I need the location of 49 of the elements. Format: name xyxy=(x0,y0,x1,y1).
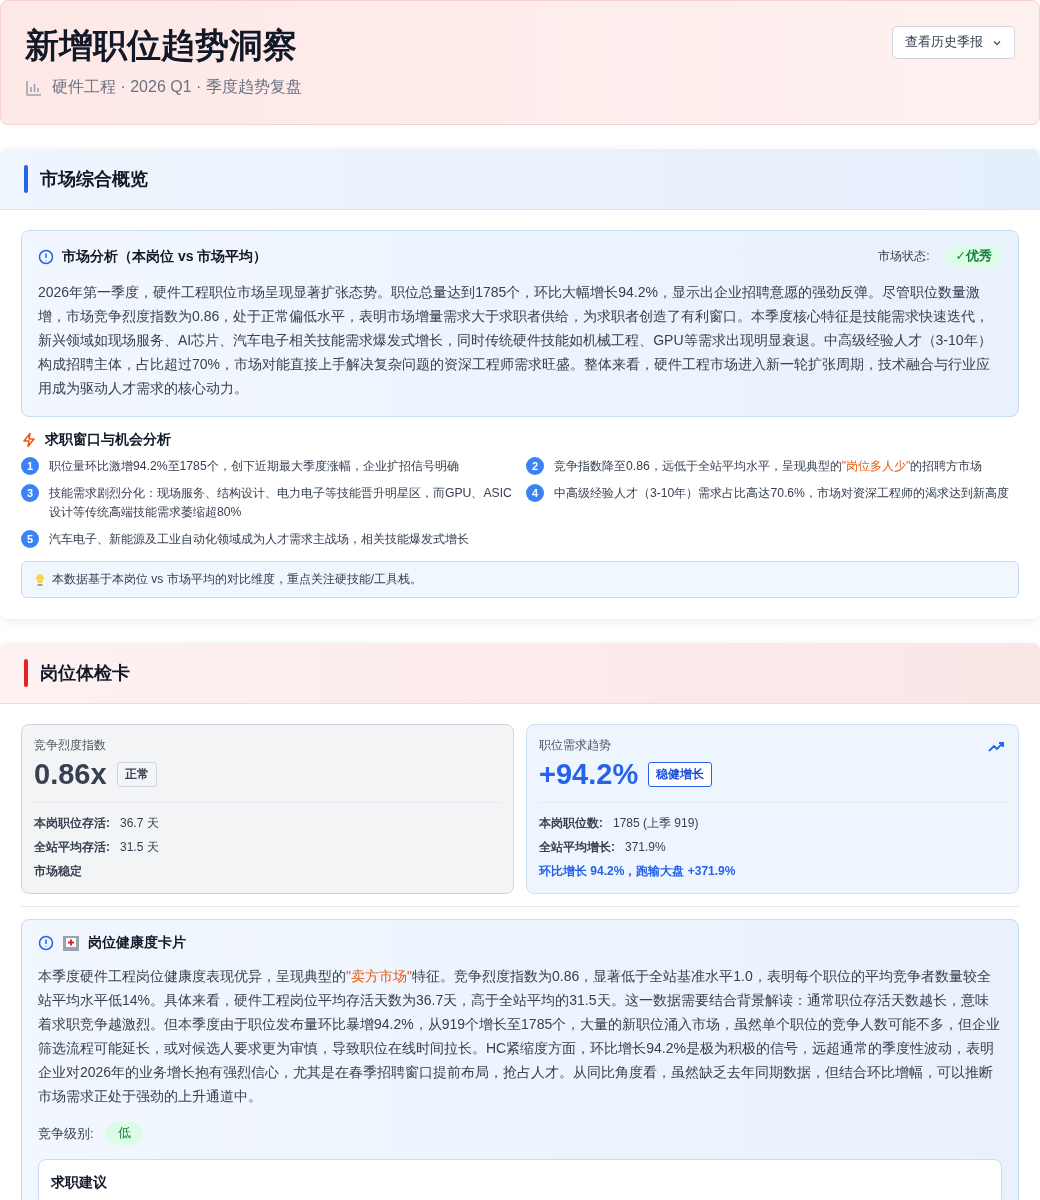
metric-detail: 1785 (上季 919) xyxy=(613,815,699,832)
opportunity-text: 技能需求剧烈分化：现场服务、结构设计、电力电子等技能晋升明星区，而GPU、ASIC设计等传统高端技能需求萎缩超80% xyxy=(49,485,513,521)
metric-detail: 31.5 天 xyxy=(120,839,159,856)
level-label: 竞争级别: xyxy=(38,1124,94,1143)
analysis-text: 2026年第一季度，硬件工程职位市场呈现显著扩张态势。职位总量达到1785个，环比大幅增长94.2%，显示出企业招聘意愿的强劲反弹。尽管职位数量激增，市场竞争烈度指数为0.86，处于正常偏低水平，表明市场增量需求大于求职者供给，为求职者创造了有利窗口。本季度核心特征是技能需求快速迭代，新兴领域如现场服务、AI芯片、汽车电子相关技能需求爆发式增长，同时传统硬件技能如机械工程、GPU等需求出现明显衰退。中高级经验人才（3-10年）构成招聘主体，占比超过70%，市场对能直接上手解决复杂问题的资深工程师需求旺盛。整体来看，硬件工程市场进入新一轮扩张周期，技术融合与行业应用成为驱动人才需求的核心动力。 xyxy=(38,283,993,398)
analysis-title: 市场分析（本岗位 vs 市场平均） xyxy=(62,247,268,266)
opportunity-text: 职位量环比激增94.2%至1785个，创下近期最大季度涨幅，企业扩招信号明确 xyxy=(49,458,459,475)
info-icon xyxy=(38,248,54,265)
opportunity-title: 求职窗口与机会分析 xyxy=(45,431,171,449)
metric-footer: 市场稳定 xyxy=(34,859,501,883)
hospital-icon xyxy=(62,934,80,952)
trend-up-icon xyxy=(988,741,1006,753)
metric-badge: 稳健增长 xyxy=(648,761,713,787)
section-title: 岗位体检卡 xyxy=(40,662,130,685)
metric-key: 全站平均增长: xyxy=(539,835,615,859)
metric-value: +94.2% xyxy=(539,757,639,792)
info-icon xyxy=(38,935,54,951)
metric-badge: 正常 xyxy=(116,761,157,787)
number-badge: 3 xyxy=(21,484,39,502)
metric-label: 职位需求趋势 xyxy=(539,737,611,754)
lightning-icon xyxy=(21,432,37,448)
opportunity-text: 中高级经验人才（3-10年）需求占比高达70.6%，市场对资深工程师的渴求达到新高度 xyxy=(554,485,1009,502)
number-badge: 5 xyxy=(21,530,39,548)
metric-label: 竞争烈度指数 xyxy=(34,737,106,754)
health-title: 岗位健康度卡片 xyxy=(88,934,186,952)
metric-detail: 371.9% xyxy=(625,839,666,856)
history-dropdown[interactable]: 查看历史季报 xyxy=(892,26,1015,59)
metric-detail: 36.7 天 xyxy=(120,815,159,832)
number-badge: 2 xyxy=(526,457,544,475)
level-badge: 低 xyxy=(105,1122,143,1145)
bar-chart-icon xyxy=(25,78,43,97)
metric-key: 本岗职位数: xyxy=(539,811,603,835)
number-badge: 1 xyxy=(21,457,39,475)
metric-key: 全站平均存活: xyxy=(34,835,110,859)
status-badge: ✓优秀 xyxy=(945,245,1002,268)
metric-value: 0.86x xyxy=(34,757,107,792)
section-title: 市场综合概览 xyxy=(40,168,148,191)
metric-footer: 环比增长 94.2%，跑输大盘 +371.9% xyxy=(539,859,1006,883)
opportunity-text: 汽车电子、新能源及工业自动化领域成为人才需求主战场，相关技能爆发式增长 xyxy=(49,531,469,548)
health-text: 本季度硬件工程岗位健康度表现优异，呈现典型的"卖方市场"特征。竞争烈度指数为0.86，显著低于全站基准水平1.0，表明每个职位的平均竞争者数量较全站平均水平低14%。具体来看，硬件工程岗位平均存活天数为36.7天，高于全站平均的31.5天。这一数据需要结合背景解读：通常职位存活天数越长，意味着求职竞争越激烈。但本季度由于职位发布量环比暴增94.2%，从919个增长至1785个，大量的新职位涌入市场，虽然单个职位的竞争人数可能不多，但企业筛选流程可能延长，或对候选人要求更为审慎，导致职位在线时间拉长。HC紧缩度方面，环比增长94.2%是极为积极的信号，远超通常的季度性波动，表明企业对2026年的业务增长抱有强烈信心，尤其是在春季招聘窗口提前布局，抢占人才。从同比角度看，虽然缺乏去年同期数据，但结合环比增幅，可以推断市场需求正处于强劲的上升通道中。 xyxy=(38,967,1002,1106)
page-subtitle: 硬件工程 · 2026 Q1 · 季度趋势复盘 xyxy=(52,77,302,97)
page-title: 新增职位趋势洞察 xyxy=(25,25,298,66)
note-text: 本数据基于本岗位 vs 市场平均的对比维度，重点关注硬技能/工具栈。 xyxy=(52,571,422,588)
number-badge: 4 xyxy=(526,484,544,502)
metric-key: 本岗职位存活: xyxy=(34,811,110,835)
status-label: 市场状态: xyxy=(878,248,930,265)
lightbulb-icon xyxy=(34,572,46,587)
advice-title: 求职建议 xyxy=(51,1174,108,1192)
opportunity-text: 竞争指数降至0.86，远低于全站平均水平，呈现典型的"岗位多人少"的招聘方市场 xyxy=(554,458,983,475)
